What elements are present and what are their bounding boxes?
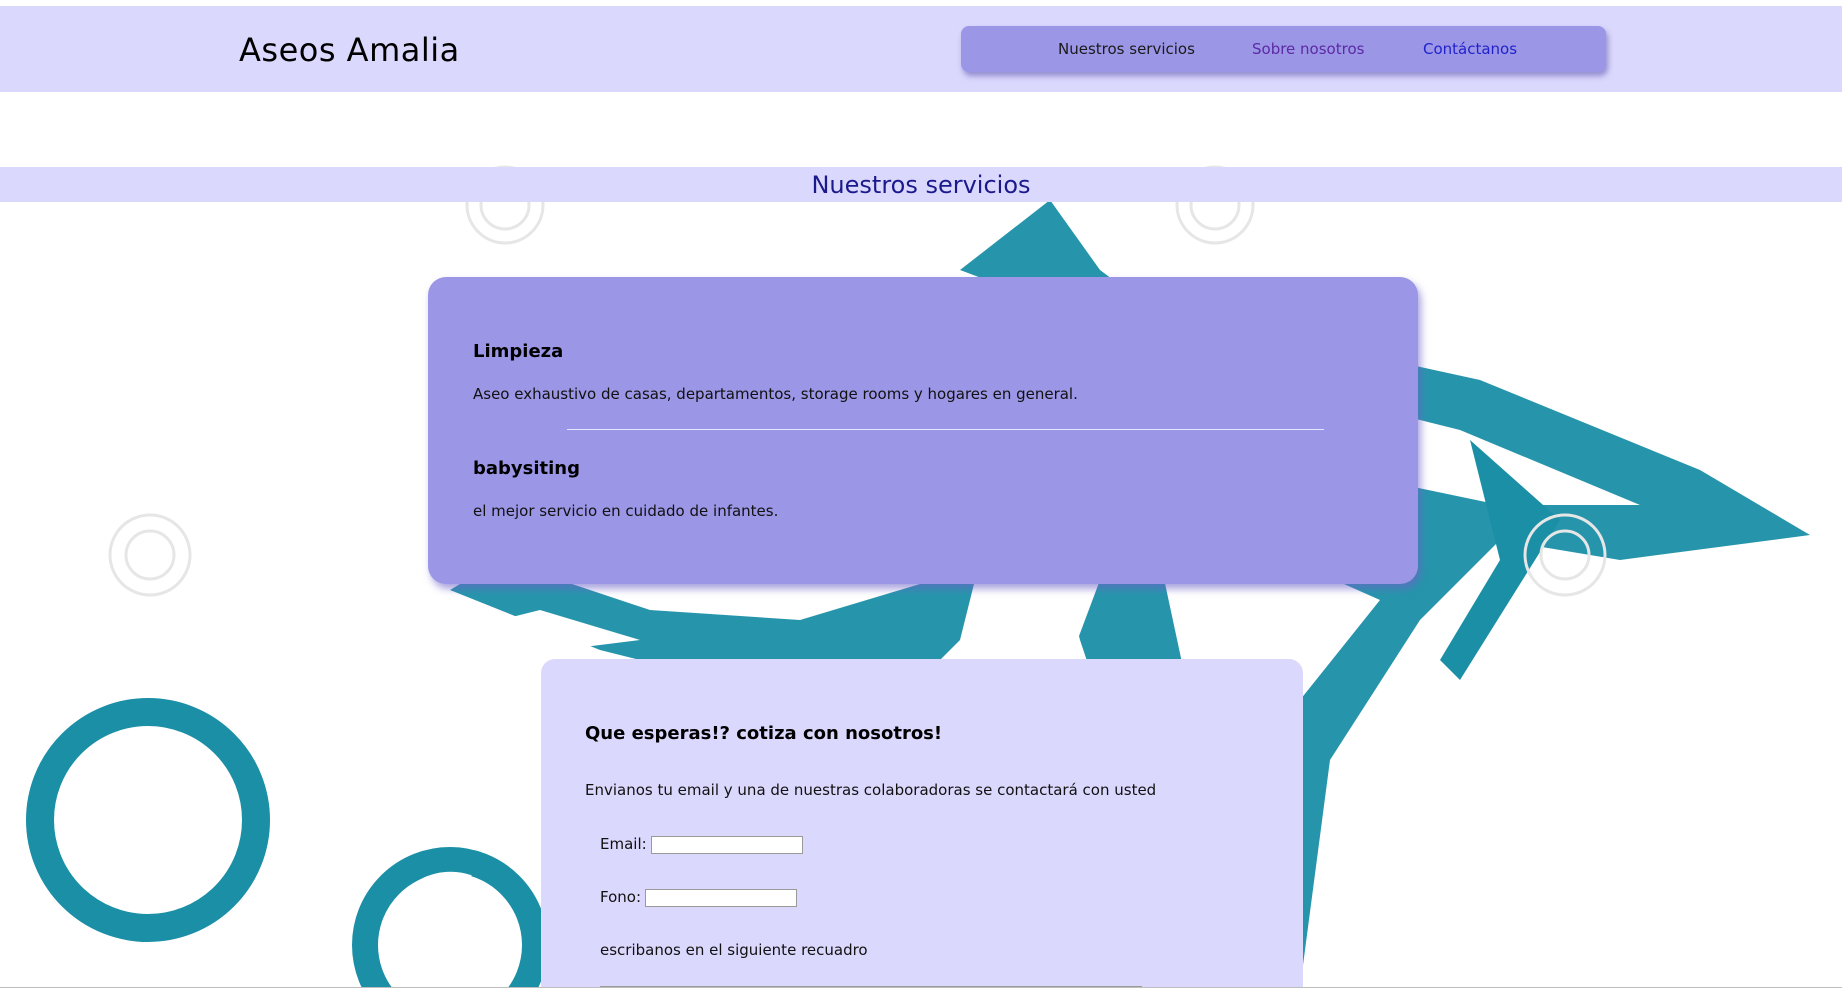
phone-row: Fono: — [600, 888, 798, 907]
service-description-babysitting: el mejor servicio en cuidado de infantes… — [473, 502, 779, 520]
quote-form-card: Que esperas!? cotiza con nosotros! Envia… — [541, 659, 1303, 988]
section-title: Nuestros servicios — [811, 171, 1031, 199]
quote-title: Que esperas!? cotiza con nosotros! — [585, 723, 943, 744]
section-title-bar: Nuestros servicios — [0, 167, 1842, 202]
email-label: Email: — [600, 835, 647, 853]
quote-description: Envianos tu email y una de nuestras cola… — [585, 781, 1157, 799]
nav-link-servicios[interactable]: Nuestros servicios — [1058, 40, 1195, 58]
phone-field[interactable] — [645, 888, 798, 907]
services-card: Limpieza Aseo exhaustivo de casas, depar… — [428, 277, 1418, 584]
nav-link-contactanos[interactable]: Contáctanos — [1423, 40, 1517, 58]
page: Aseos Amalia Nuestros servicios Sobre no… — [0, 0, 1842, 988]
message-label: escribanos en el siguiente recuadro — [600, 941, 868, 959]
site-logo-text[interactable]: Aseos Amalia — [239, 31, 460, 69]
service-title-babysitting: babysiting — [473, 458, 581, 479]
site-header: Aseos Amalia Nuestros servicios Sobre no… — [0, 6, 1842, 92]
service-title-limpieza: Limpieza — [473, 341, 564, 362]
phone-label: Fono: — [600, 888, 642, 906]
service-divider — [567, 429, 1324, 430]
email-row: Email: — [600, 835, 803, 854]
nav-link-sobre-nosotros[interactable]: Sobre nosotros — [1252, 40, 1364, 58]
service-description-limpieza: Aseo exhaustivo de casas, departamentos,… — [473, 385, 1078, 403]
main-nav: Nuestros servicios Sobre nosotros Contác… — [961, 26, 1606, 72]
email-field[interactable] — [650, 835, 803, 854]
